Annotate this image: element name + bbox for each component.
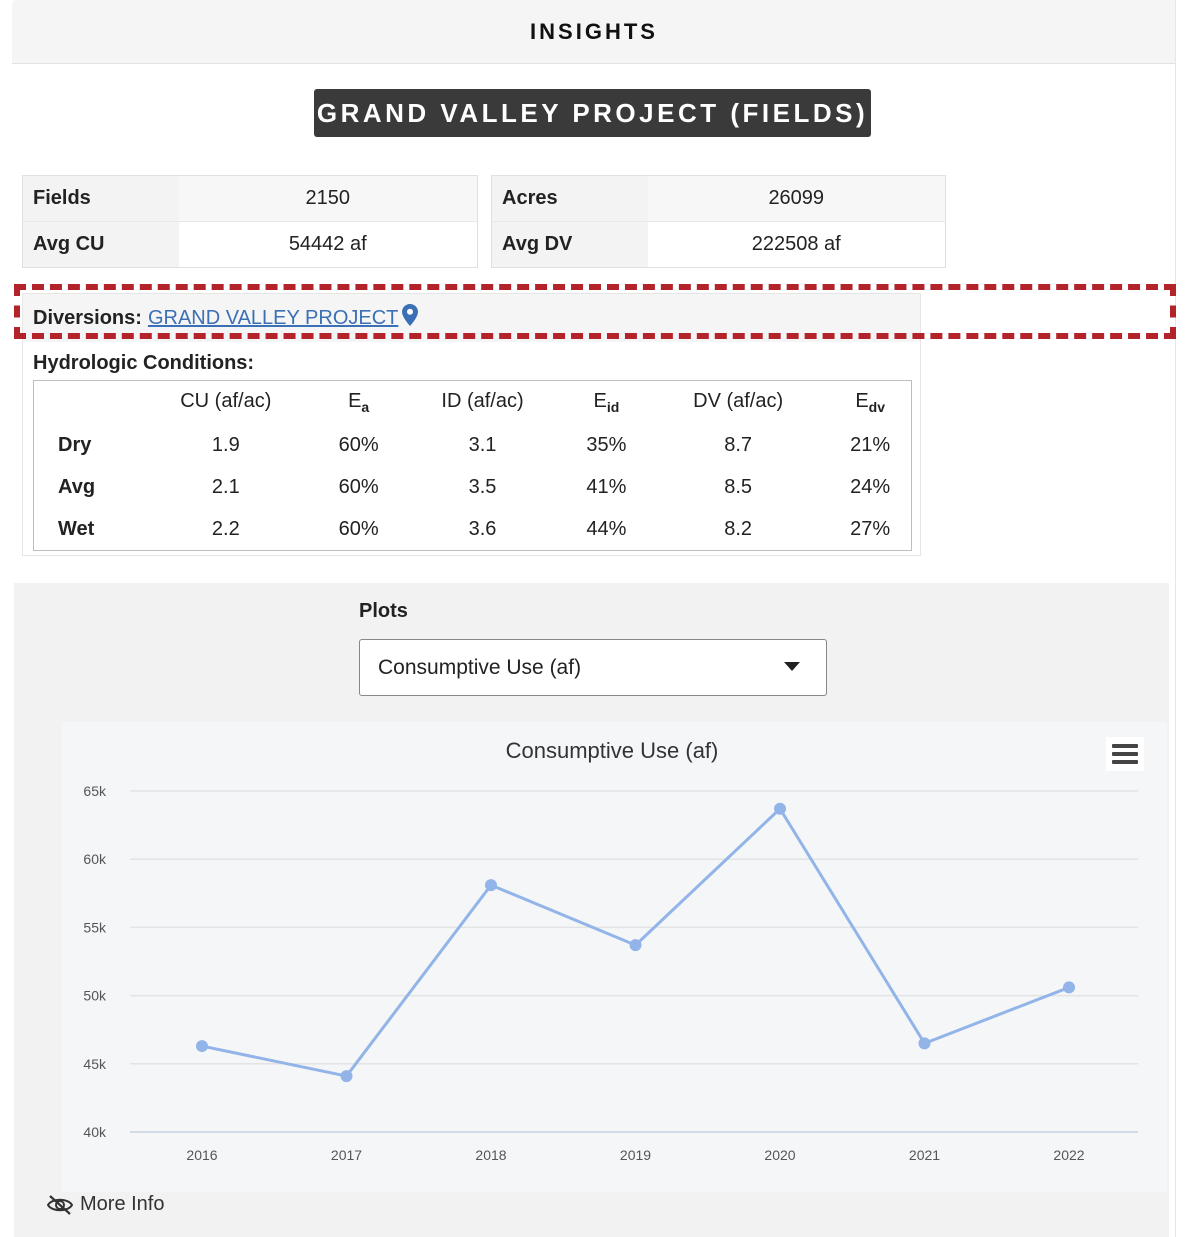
stats-table-left: Fields 2150 Avg CU 54442 af <box>22 175 478 268</box>
column-header: Eid <box>593 390 620 416</box>
table-cell: 41% <box>586 476 627 498</box>
panel-title: INSIGHTS <box>530 18 658 44</box>
stats-row: Fields 2150 <box>22 175 478 222</box>
table-cell: 8.2 <box>724 517 753 540</box>
table-cell: 3.1 <box>468 434 497 456</box>
stat-value: 2150 <box>178 175 478 222</box>
table-cell: 21% <box>850 434 891 456</box>
more-info-toggle[interactable]: More Info <box>46 1193 164 1216</box>
stats-row: Acres 26099 <box>491 175 946 222</box>
table-cell: 3.6 <box>468 517 497 540</box>
eye-slash-icon <box>46 1194 74 1215</box>
project-title: GRAND VALLEY PROJECT (FIELDS) <box>314 89 871 137</box>
table-cell: 2.2 <box>211 517 240 540</box>
map-pin-icon[interactable] <box>402 304 419 332</box>
more-info-label: More Info <box>80 1193 165 1215</box>
column-header: Ea <box>348 390 370 416</box>
column-header: Edv <box>855 390 886 416</box>
column-header: ID (af/ac) <box>441 390 524 413</box>
chart-menu-icon[interactable] <box>1106 737 1144 771</box>
plot-select[interactable]: Consumptive Use (af) <box>359 639 827 696</box>
chart-container <box>62 722 1167 1192</box>
plots-label: Plots <box>359 600 408 622</box>
diversions-label: Diversions: <box>33 306 142 329</box>
diversion-link[interactable]: GRAND VALLEY PROJECT <box>148 307 398 330</box>
table-cell: 2.1 <box>211 476 240 498</box>
panel-border <box>1175 0 1176 1237</box>
hydrologic-panel: Diversions: GRAND VALLEY PROJECT Hydrolo… <box>22 293 921 556</box>
stats-table-right: Acres 26099 Avg DV 222508 af <box>491 175 946 268</box>
row-label: Dry <box>58 434 92 456</box>
row-label: Avg <box>58 476 96 498</box>
diversions-row: Diversions: GRAND VALLEY PROJECT <box>23 294 920 342</box>
stat-label: Avg CU <box>22 221 179 268</box>
table-cell: 35% <box>586 434 627 456</box>
chevron-down-icon <box>784 662 800 671</box>
stat-label: Fields <box>22 175 179 222</box>
stat-label: Avg DV <box>491 221 648 268</box>
table-header-row: CU (af/ac) Ea ID (af/ac) Eid DV (af/ac) … <box>34 381 912 425</box>
table-cell: 1.9 <box>211 434 240 456</box>
table-row: Wet 2.2 60% 3.6 44% 8.2 27% <box>34 509 912 551</box>
stats-row: Avg DV 222508 af <box>491 221 946 268</box>
stat-value: 26099 <box>647 175 946 222</box>
table-cell: 60% <box>338 517 379 540</box>
table-cell: 8.5 <box>724 476 753 498</box>
column-header-empty <box>34 381 134 425</box>
table-cell: 60% <box>338 476 379 498</box>
table-row: Dry 1.9 60% 3.1 35% 8.7 21% <box>34 425 912 467</box>
hydrologic-label: Hydrologic Conditions: <box>33 352 255 374</box>
plot-select-value: Consumptive Use (af) <box>378 655 582 679</box>
column-header: CU (af/ac) <box>180 390 272 413</box>
panel-header: INSIGHTS <box>12 0 1176 64</box>
stat-value: 222508 af <box>647 221 946 268</box>
table-cell: 44% <box>586 517 627 540</box>
table-cell: 24% <box>850 476 891 498</box>
stat-label: Acres <box>491 175 648 222</box>
table-cell: 60% <box>338 434 379 456</box>
table-cell: 3.5 <box>468 476 497 498</box>
stat-value: 54442 af <box>178 221 478 268</box>
column-header: DV (af/ac) <box>693 390 784 413</box>
row-label: Wet <box>58 517 95 540</box>
hydrologic-table: CU (af/ac) Ea ID (af/ac) Eid DV (af/ac) … <box>33 380 912 551</box>
table-cell: 27% <box>850 517 891 540</box>
table-cell: 8.7 <box>724 434 753 456</box>
table-row: Avg 2.1 60% 3.5 41% 8.5 24% <box>34 467 912 509</box>
stats-row: Avg CU 54442 af <box>22 221 478 268</box>
